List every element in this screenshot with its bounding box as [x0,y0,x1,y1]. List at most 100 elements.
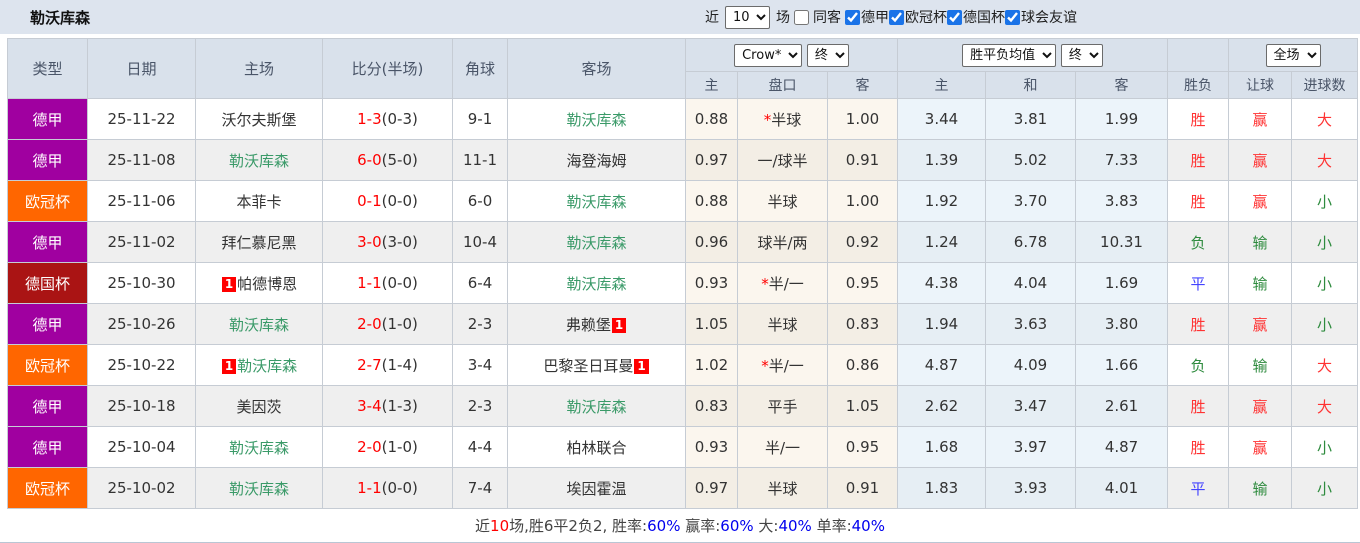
handicap-star: * [761,274,769,293]
halftime-score: (1-4) [381,356,418,374]
col-away: 客场 [507,38,686,99]
handicap-cell: 半球 [737,467,828,509]
score-cell: 2-7(1-4) [322,344,453,386]
score-cell: 1-1(0-0) [322,467,453,509]
avg-away-cell: 1.69 [1074,262,1169,304]
match-row: 欧冠杯 25-10-22 1 勒沃库森 2-7(1-4) 3-4 巴黎圣日耳曼 1 1.02 *半… [7,344,1359,386]
handicap-star: * [763,110,772,129]
handicap-cell: 半/一 [737,426,828,468]
scope-select[interactable]: 全场 [1265,43,1321,67]
team-name: 帕德博恩 [237,274,298,293]
sub-result: 胜负 [1167,71,1230,99]
summary-segment: 40% [778,516,812,535]
home-team-cell: 拜仁慕尼黑 [195,221,323,263]
home-odds-cell: 0.96 [685,221,738,263]
league-filter: 球会友谊 [1005,7,1077,27]
match-row: 德甲 25-11-08 勒沃库森 6-0(5-0) 11-1 海登海姆 0.97 一/球半 0.… [7,139,1359,181]
score-cell: 3-4(1-3) [322,385,453,427]
result-cell: 胜 [1167,303,1230,345]
col-type: 类型 [7,38,88,99]
away-team-cell: 海登海姆 [507,139,686,181]
recent-count-select[interactable]: 10 [725,5,770,29]
home-odds-cell: 0.97 [685,467,738,509]
home-team-cell: 勒沃库森 [195,426,323,468]
team-name: 埃因霍温 [566,479,627,498]
team-name: 勒沃库森 [228,315,289,334]
result-cell: 平 [1167,262,1230,304]
avg-away-cell: 4.01 [1074,467,1169,509]
away-team-cell: 勒沃库森 [507,262,686,304]
team-name: 本菲卡 [236,192,282,211]
avg-source-select[interactable]: 胜平负均值 [962,43,1057,67]
avg-away-cell: 3.80 [1074,303,1169,345]
halftime-score: (3-0) [381,233,418,251]
score-cell: 1-1(0-0) [322,262,453,304]
fulltime-score: 6-0 [357,151,382,169]
odds-source-select[interactable]: Crow* [734,43,803,67]
home-odds-cell: 1.05 [685,303,738,345]
league-cell: 德甲 [7,426,88,468]
match-row: 德甲 25-10-26 勒沃库森 2-0(1-0) 2-3 弗赖堡 1 1.05 半球 0.83 1… [7,303,1359,345]
league-filter-checkbox[interactable] [1005,9,1020,25]
avg-home-cell: 1.24 [897,221,986,263]
corner-cell: 11-1 [452,139,508,181]
team-name: 勒沃库森 [566,192,627,211]
league-filter-label: 德甲 [861,10,889,26]
handicap-cell: 平手 [737,385,828,427]
match-row: 德甲 25-11-22 沃尔夫斯堡 1-3(0-3) 9-1 勒沃库森 0.88 *半球 1.0… [7,98,1359,140]
avg-stage-select[interactable]: 终 [1060,43,1103,67]
league-filter: 欧冠杯 [889,7,947,27]
halftime-score: (5-0) [381,151,418,169]
team-name: 勒沃库森 [228,438,289,457]
avg-away-cell: 2.61 [1074,385,1169,427]
same-venue-checkbox[interactable] [794,9,809,25]
event-badge: 1 [634,358,649,374]
league-filter-checkbox[interactable] [845,9,860,25]
handicap-result-cell: 输 [1228,344,1293,386]
handicap-cell: *半球 [737,98,828,140]
avg-away-cell: 1.66 [1074,344,1169,386]
date-cell: 25-10-02 [87,467,196,509]
summary-segment: 60% [647,516,681,535]
avg-draw-cell: 3.93 [985,467,1076,509]
goals-result-cell: 小 [1291,303,1359,345]
away-odds-cell: 1.05 [827,385,898,427]
team-title: 勒沃库森 [30,8,91,27]
date-cell: 25-10-18 [87,385,196,427]
corner-cell: 10-4 [452,221,508,263]
corner-cell: 6-0 [452,180,508,222]
team-name: 沃尔夫斯堡 [221,110,297,129]
fulltime-score: 3-4 [357,397,382,415]
league-filter-checkbox[interactable] [947,9,962,25]
home-team-cell: 勒沃库森 [195,139,323,181]
avg-draw-cell: 3.97 [985,426,1076,468]
summary-segment: 60% [720,516,754,535]
goals-result-cell: 大 [1291,98,1359,140]
fulltime-score: 3-0 [357,233,382,251]
league-filter-checkbox[interactable] [889,9,904,25]
odds-group-header: Crow* 终 [685,38,898,72]
event-badge: 1 [221,358,237,374]
fulltime-score: 2-0 [357,438,382,456]
odds-stage-select[interactable]: 终 [806,43,849,67]
avg-home-cell: 1.39 [897,139,986,181]
goals-result-cell: 大 [1291,385,1359,427]
handicap-result-cell: 赢 [1228,385,1293,427]
league-cell: 德甲 [7,98,88,140]
team-name: 巴黎圣日耳曼 [543,356,634,375]
home-odds-cell: 0.97 [685,139,738,181]
date-cell: 25-10-26 [87,303,196,345]
corner-cell: 7-4 [452,467,508,509]
goals-result-cell: 小 [1291,262,1359,304]
away-odds-cell: 0.95 [827,262,898,304]
team-name: 拜仁慕尼黑 [221,233,297,252]
fulltime-score: 2-0 [357,315,382,333]
avg-away-cell: 10.31 [1074,221,1169,263]
handicap-cell: 半球 [737,303,828,345]
goals-result-cell: 小 [1291,467,1359,509]
sub-avg-draw: 和 [985,71,1076,99]
filter-controls: 近 10 场 同客 德甲 欧冠杯 德国杯 球会友谊 [705,5,1077,29]
score-cell: 3-0(3-0) [322,221,453,263]
home-team-cell: 勒沃库森 [195,303,323,345]
avg-draw-cell: 3.47 [985,385,1076,427]
